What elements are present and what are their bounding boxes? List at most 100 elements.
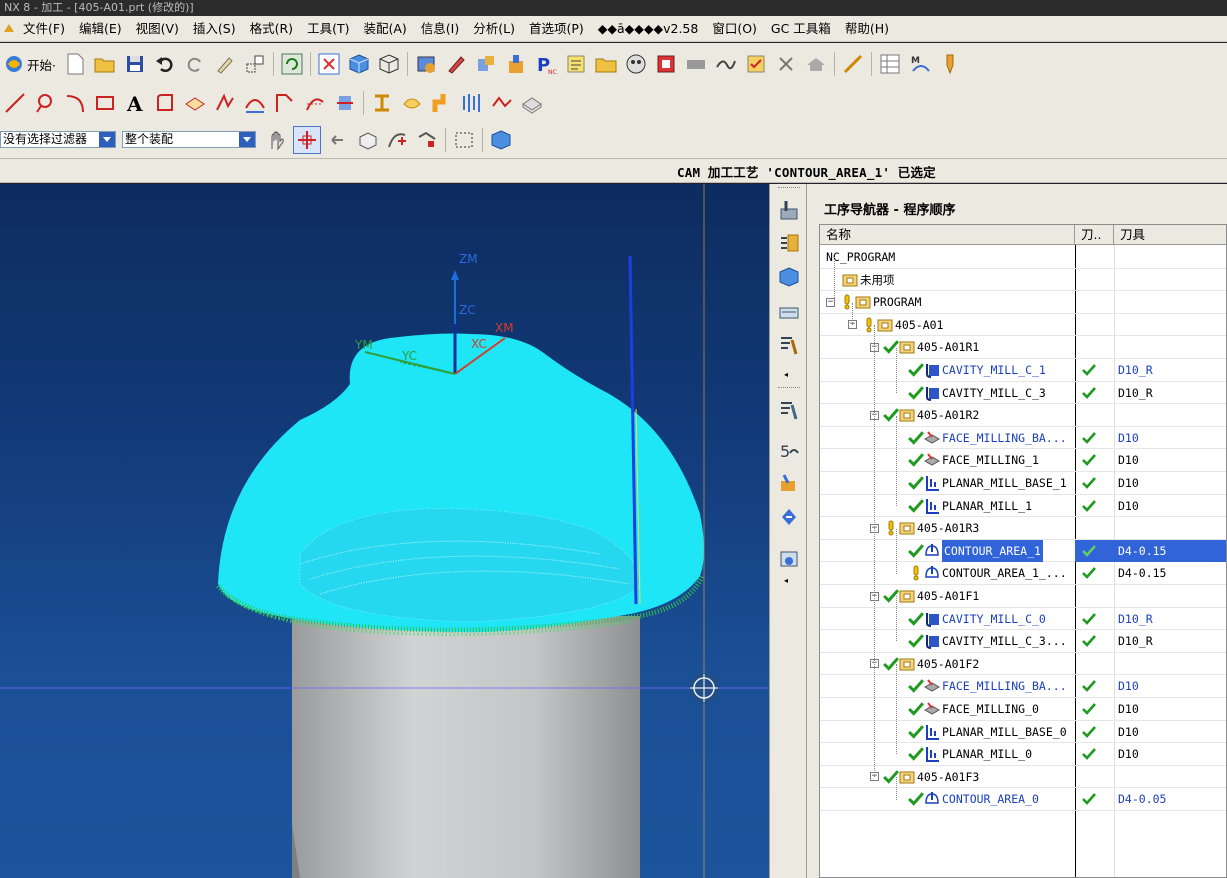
view-orient-button[interactable] (487, 126, 515, 154)
rectangle-button[interactable] (91, 89, 119, 117)
tree-operation-row[interactable]: FACE_MILLING_BA... D10 (820, 675, 1226, 698)
menu-item-3[interactable]: 插入(S) (186, 16, 243, 41)
menu-item-13[interactable]: 帮助(H) (838, 16, 896, 41)
column-header-name[interactable]: 名称 (820, 225, 1075, 245)
menu-item-11[interactable]: 窗口(O) (705, 16, 764, 41)
start-button[interactable]: 开始· (0, 50, 60, 78)
new-file-button[interactable] (61, 50, 89, 78)
cam-tool-15[interactable] (839, 50, 867, 78)
intersect-curve-button[interactable] (211, 89, 239, 117)
menu-item-5[interactable]: 工具(T) (300, 16, 356, 41)
cam-tool-11[interactable] (712, 50, 740, 78)
cam-tool-16[interactable] (876, 50, 904, 78)
menu-item-8[interactable]: 分析(L) (466, 16, 522, 41)
tree-operation-row[interactable]: FACE_MILLING_0 D10 (820, 698, 1226, 721)
select-curve-button[interactable] (383, 126, 411, 154)
resource-roles[interactable] (775, 468, 803, 496)
menu-item-2[interactable]: 视图(V) (129, 16, 186, 41)
tree-operation-row[interactable]: CONTOUR_AREA_1 D4-0.15 (820, 539, 1226, 563)
tree-operation-row[interactable]: FACE_MILLING_BA... D10 (820, 427, 1226, 450)
resource-palette[interactable] (775, 502, 803, 530)
edit-object-button[interactable] (211, 50, 239, 78)
tree-operation-row[interactable]: PLANAR_MILL_BASE_1 D10 (820, 472, 1226, 495)
text-button[interactable]: A (121, 89, 149, 117)
resource-tool-view[interactable] (775, 331, 803, 359)
tree-group-row[interactable]: −405-A01R2 (820, 404, 1226, 427)
menu-item-10[interactable]: ◆◆ā◆◆◆◆v2.58 (591, 16, 706, 41)
tree-operation-row[interactable]: CAVITY_MILL_C_1 D10_R (820, 359, 1226, 382)
resource-method-view[interactable] (775, 297, 803, 325)
menu-item-12[interactable]: GC 工具箱 (764, 16, 838, 41)
line-button[interactable] (1, 89, 29, 117)
project-curve-button[interactable] (181, 89, 209, 117)
cam-tool-1[interactable] (412, 50, 440, 78)
tree-group-row[interactable]: − PROGRAM (820, 291, 1226, 314)
resource-geometry-view[interactable] (775, 263, 803, 291)
trim-curve-button[interactable] (271, 89, 299, 117)
cam-tool-14[interactable] (802, 50, 830, 78)
shaded-view-button[interactable] (345, 50, 373, 78)
thicken-button[interactable] (518, 89, 546, 117)
fit-view-button[interactable] (315, 50, 343, 78)
cam-tool-9[interactable] (652, 50, 680, 78)
snap-point-button[interactable] (293, 125, 321, 154)
tree-operation-row[interactable]: CONTOUR_AREA_1_... D4-0.15 (820, 562, 1226, 585)
tree-group-row[interactable]: −405-A01F2 (820, 653, 1226, 676)
revolve-button[interactable] (398, 89, 426, 117)
transform-button[interactable] (241, 50, 269, 78)
menu-item-4[interactable]: 格式(R) (243, 16, 300, 41)
extract-curve-button[interactable] (301, 89, 329, 117)
redo-button[interactable] (181, 50, 209, 78)
cam-tool-12[interactable] (742, 50, 770, 78)
fillet-button[interactable] (61, 89, 89, 117)
select-edge-button[interactable] (413, 126, 441, 154)
extrude-button[interactable] (368, 89, 396, 117)
open-button[interactable] (91, 50, 119, 78)
menu-item-9[interactable]: 首选项(P) (522, 16, 591, 41)
undo-selection-button[interactable] (323, 126, 351, 154)
menu-item-1[interactable]: 编辑(E) (72, 16, 129, 41)
resource-operation-nav[interactable] (775, 396, 803, 424)
tree-group-row[interactable]: 未用项 (820, 269, 1226, 292)
tree-group-row[interactable]: −405-A01F3 (820, 766, 1226, 789)
select-body-button[interactable] (353, 126, 381, 154)
menu-item-7[interactable]: 信息(I) (414, 16, 466, 41)
tree-operation-row[interactable]: PLANAR_MILL_1 D10 (820, 495, 1226, 518)
cam-tool-18[interactable] (936, 50, 964, 78)
tree-group-row[interactable]: −405-A01R1 (820, 336, 1226, 359)
tree-group-row[interactable]: −405-A01F1 (820, 585, 1226, 608)
menu-item-6[interactable]: 装配(A) (356, 16, 413, 41)
curve-network-button[interactable] (488, 89, 516, 117)
collapse-arrow-icon[interactable]: ◂ (784, 370, 788, 379)
resource-program-order-view[interactable] (775, 229, 803, 257)
cam-tool-6[interactable] (562, 50, 590, 78)
arc-button[interactable] (31, 89, 59, 117)
tree-group-row[interactable]: −405-A01 (820, 314, 1226, 337)
tree-operation-row[interactable]: CAVITY_MILL_C_0 D10_R (820, 608, 1226, 631)
tree-operation-row[interactable]: PLANAR_MILL_BASE_0 D10 (820, 721, 1226, 744)
resource-web-browser[interactable] (775, 546, 803, 574)
offset-curve-button[interactable] (151, 89, 179, 117)
refresh-button[interactable] (278, 50, 306, 78)
tree-operation-row[interactable]: FACE_MILLING_1 D10 (820, 449, 1226, 472)
cam-tool-3[interactable] (472, 50, 500, 78)
tree-operation-row[interactable]: CONTOUR_AREA_0 D4-0.05 (820, 788, 1226, 811)
menu-item-0[interactable]: 文件(F) (16, 16, 72, 41)
cam-tool-7[interactable] (592, 50, 620, 78)
cam-tool-2[interactable] (442, 50, 470, 78)
wireframe-view-button[interactable] (375, 50, 403, 78)
resource-history[interactable]: 5 (775, 436, 803, 464)
cam-tool-4[interactable] (502, 50, 530, 78)
cam-tool-8[interactable] (622, 50, 650, 78)
app-menu-icon[interactable] (2, 22, 16, 36)
tree-operation-row[interactable]: CAVITY_MILL_C_3 D10_R (820, 382, 1226, 405)
select-part-button[interactable] (263, 126, 291, 154)
tree-operation-row[interactable]: PLANAR_MILL_0 D10 (820, 743, 1226, 766)
cam-tool-5[interactable]: P NC (532, 50, 560, 78)
bridge-curve-button[interactable] (241, 89, 269, 117)
graphics-viewport[interactable]: ZM ZC XM XC YM YC (0, 184, 769, 878)
assembly-scope-combo[interactable]: 整个装配 (122, 131, 256, 148)
selection-filter-combo[interactable]: 没有选择过滤器 (0, 131, 116, 148)
cam-tool-17[interactable]: M (906, 50, 934, 78)
collapse-arrow-icon[interactable]: ◂ (784, 576, 788, 585)
